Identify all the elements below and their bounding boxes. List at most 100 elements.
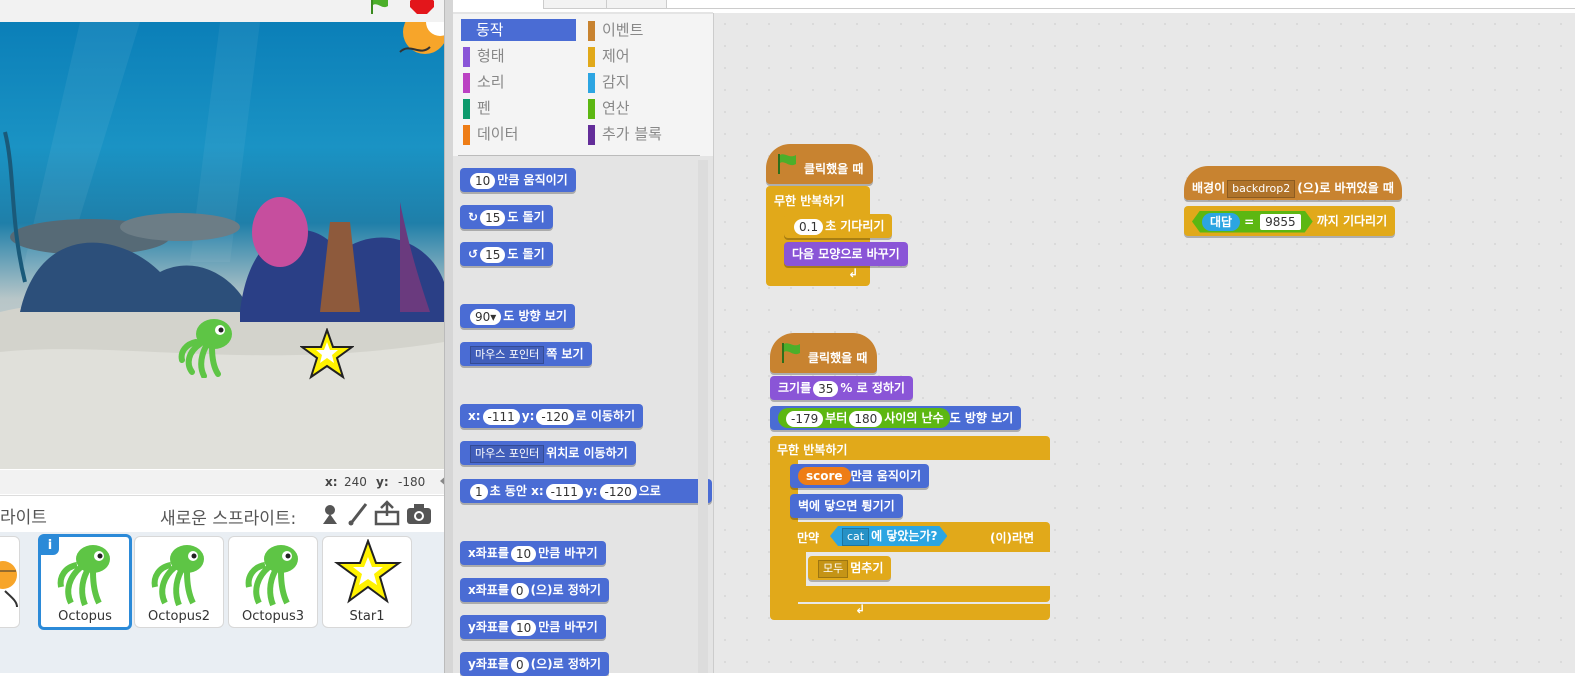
value-input[interactable]: 0 [510,582,529,599]
block-glide[interactable]: 1초 동안 x: -111 y: -120 으로 [460,479,712,503]
category-sound[interactable]: 소리 [463,71,577,93]
target-dropdown[interactable]: 마우스 포인터 [470,444,545,463]
to-input[interactable]: 180 [849,410,883,427]
from-input[interactable]: -179 [786,410,824,427]
sprite-thumb-octopus3[interactable]: Octopus3 [228,536,318,628]
upload-icon[interactable] [374,500,400,529]
steps-input[interactable]: 10 [470,172,496,189]
x-input[interactable]: -111 [482,408,520,425]
green-flag-icon[interactable] [368,0,392,14]
block-goto-xy[interactable]: x: -111 y: -120 로 이동하기 [460,404,644,428]
answer-reporter[interactable]: 대답 [1202,213,1240,231]
category-looks[interactable]: 형태 [463,45,577,67]
camera-icon[interactable] [406,502,432,529]
stop-option-dropdown[interactable]: 모두 [818,559,849,578]
star-sprite[interactable] [300,328,354,380]
loop-arrow-icon: ↲ [855,602,866,616]
block-point-towards[interactable]: 마우스 포인터 쪽 보기 [460,342,592,366]
touch-target-dropdown[interactable]: cat [842,528,869,546]
when-flag-clicked-hat[interactable]: 클릭했을 때 [770,333,878,373]
category-more-blocks[interactable]: 추가 블록 [588,123,712,145]
category-control[interactable]: 제어 [588,45,712,67]
stage-canvas[interactable] [0,22,444,469]
category-motion[interactable]: 동작 [461,19,576,41]
target-dropdown[interactable]: 마우스 포인터 [470,345,545,364]
y-input[interactable]: -120 [536,408,574,425]
block-text: 무한 반복하기 [777,443,848,457]
octopus-sprite[interactable] [178,316,240,378]
category-sensing[interactable]: 감지 [588,71,712,93]
block-bounce[interactable]: 벽에 닿으면 튕기기 [790,494,903,518]
block-text: 위치로 이동하기 [546,446,628,460]
value-input[interactable]: 0 [510,656,529,673]
coordinate-readout: x: 240 y: -180 [0,470,448,494]
block-change-x[interactable]: x좌표를 10 만큼 바꾸기 [460,541,606,565]
backdrop-dropdown[interactable]: backdrop2 [1227,179,1296,198]
project-title-field[interactable] [666,0,1575,9]
block-set-size[interactable]: 크기를 35% 로 정하기 [770,376,913,400]
y-label: y: [521,409,535,423]
degrees-input[interactable]: 15 [480,246,506,263]
stop-icon[interactable] [410,0,434,14]
block-set-y[interactable]: y좌표를 0 (으)로 정하기 [460,652,609,676]
compare-value-input[interactable]: 9855 [1260,214,1301,230]
block-text: x좌표를 [468,546,509,560]
category-label: 소리 [477,73,505,91]
paint-sprite-library-icon[interactable] [318,502,342,529]
touching-condition[interactable]: cat 에 닿았는가? [830,526,947,546]
block-move-steps[interactable]: 10 만큼 움직이기 [460,168,576,192]
value-input[interactable]: 10 [510,619,537,636]
sprite-thumb-octopus2[interactable]: Octopus2 [134,536,224,628]
when-backdrop-switches-hat[interactable]: 배경이 backdrop2 (으)로 바뀌었을 때 [1184,166,1402,200]
sprite-thumb-octopus[interactable]: i Octopus [38,534,132,630]
category-operators[interactable]: 연산 [588,97,712,119]
category-pen[interactable]: 펜 [463,97,577,119]
block-set-x[interactable]: x좌표를 0 (으)로 정하기 [460,578,609,602]
palette-scrollbar[interactable] [698,160,708,673]
y-label: y: [376,475,389,489]
category-swatch [588,125,595,145]
tab-costumes[interactable] [543,0,607,9]
block-text: 만큼 움직이기 [497,173,568,187]
block-wait[interactable]: 0.1 초 기다리기 [784,214,893,238]
block-move-steps[interactable]: score 만큼 움직이기 [790,464,929,488]
block-text: 초 기다리기 [825,219,885,233]
block-stop[interactable]: 모두 멈추기 [808,556,892,580]
block-text: (이)라면 [990,531,1035,545]
paint-brush-icon[interactable] [346,502,370,529]
tab-sounds[interactable] [606,0,668,9]
degrees-input[interactable]: 15 [480,209,506,226]
category-label: 펜 [477,99,491,117]
seconds-input[interactable]: 1 [470,483,488,500]
category-data[interactable]: 데이터 [463,123,577,145]
seconds-input[interactable]: 0.1 [794,218,824,235]
equals-condition[interactable]: 대답 = 9855 [1192,211,1313,233]
sprite-thumb-star1[interactable]: Star1 [322,536,412,628]
x-input[interactable]: -111 [545,483,583,500]
category-label: 추가 블록 [602,125,662,143]
block-turn-left[interactable]: ↺ 15 도 돌기 [460,242,553,266]
random-reporter[interactable]: -179 부터 180 사이의 난수 [778,408,950,428]
block-goto-target[interactable]: 마우스 포인터 위치로 이동하기 [460,441,636,465]
category-events[interactable]: 이벤트 [588,19,712,41]
value-input[interactable]: 10 [510,545,537,562]
block-change-y[interactable]: y좌표를 10 만큼 바꾸기 [460,615,606,639]
direction-dropdown[interactable]: 90▾ [470,308,502,325]
block-text: 벽에 닿으면 튕기기 [798,499,895,513]
block-text: 도 방향 보기 [949,411,1014,425]
sprite-name: Octopus [58,609,112,624]
y-input[interactable]: -120 [599,483,637,500]
sprite-thumb-cat[interactable] [0,536,20,628]
block-wait-until[interactable]: 대답 = 9855 까지 기다리기 [1184,206,1396,236]
block-next-costume[interactable]: 다음 모양으로 바꾸기 [784,242,908,266]
block-point-direction[interactable]: -179 부터 180 사이의 난수 도 방향 보기 [770,406,1022,430]
category-label: 데이터 [477,125,519,143]
variable-reporter[interactable]: score [798,467,851,485]
loop-arrow-icon: ↲ [848,266,859,280]
block-text: 클릭했을 때 [804,162,864,176]
block-text: 도 방향 보기 [503,309,567,323]
when-flag-clicked-hat[interactable]: 클릭했을 때 [766,144,874,184]
block-point-direction[interactable]: 90▾ 도 방향 보기 [460,304,575,328]
block-turn-right[interactable]: ↻ 15 도 돌기 [460,205,553,229]
size-input[interactable]: 35 [813,380,839,397]
